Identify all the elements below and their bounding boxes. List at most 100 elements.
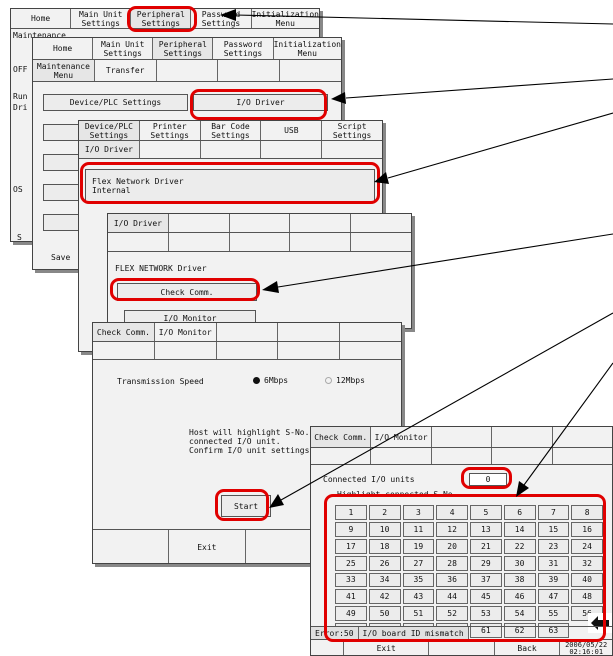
tab-device-plc-settings[interactable]: Device/PLC Settings <box>79 121 140 140</box>
sno-cell: 39 <box>537 572 570 588</box>
tab-empty <box>229 233 291 251</box>
check-comm-sub-bar <box>93 342 401 360</box>
sno-cell: 4 <box>436 505 468 520</box>
sno-cell: 54 <box>503 606 536 622</box>
blank-button[interactable] <box>43 214 83 231</box>
sno-cell: 9 <box>335 521 367 537</box>
check-comm-button[interactable]: Check Comm. <box>117 283 257 301</box>
speed-option-12mbps[interactable]: 12Mbps <box>325 376 365 385</box>
tab-home[interactable]: Home <box>11 9 72 28</box>
tab-empty <box>371 448 432 464</box>
tab-main-unit-settings[interactable]: Main Unit Settings <box>71 9 132 28</box>
tab-empty <box>351 214 411 232</box>
exit-button[interactable]: Exit <box>344 640 430 655</box>
tab-empty <box>552 448 612 464</box>
sno-cell: 22 <box>503 538 536 554</box>
io-driver-button[interactable]: I/O Driver <box>193 94 328 111</box>
tab-empty <box>168 233 230 251</box>
tab-empty <box>340 342 401 359</box>
sno-cell: 13 <box>470 521 502 537</box>
tab-transfer[interactable]: Transfer <box>94 60 157 81</box>
sno-cell: 45 <box>470 589 502 605</box>
tab-io-driver[interactable]: I/O Driver <box>79 141 140 158</box>
speed-option-12mbps-label: 12Mbps <box>336 376 365 385</box>
bottom-empty <box>93 530 170 563</box>
sno-cell: 19 <box>402 538 435 554</box>
sno-cell: 24 <box>571 538 603 554</box>
tab-initialization-menu[interactable]: Initialization Menu <box>251 9 319 28</box>
tab-main-unit-settings[interactable]: Main Unit Settings <box>93 38 154 59</box>
screen-io-monitor-result: Check Comm. I/O Monitor Connected I/O un… <box>310 426 613 656</box>
sno-cell: 16 <box>571 521 603 537</box>
tab-check-comm[interactable]: Check Comm. <box>311 427 372 447</box>
flex-network-driver-button[interactable]: Flex Network Driver Internal <box>85 169 375 203</box>
tab-home[interactable]: Home <box>33 38 94 59</box>
sno-cell: 1 <box>335 505 367 520</box>
tab-usb[interactable]: USB <box>261 121 323 140</box>
tab-script-settings[interactable]: Script Settings <box>322 121 382 140</box>
sno-cell: 47 <box>537 589 570 605</box>
tab-empty <box>552 427 612 447</box>
sno-cell: 42 <box>368 589 401 605</box>
save-button[interactable]: Save <box>51 253 70 262</box>
tab-maintenance-menu[interactable]: Maintenance Menu <box>33 60 95 81</box>
io-driver-tab-bar: I/O Driver <box>108 214 411 233</box>
side-label-s: S <box>17 233 22 242</box>
highlight-message: Host will highlight S-No. of connected I… <box>189 428 324 455</box>
tab-empty <box>229 214 291 232</box>
side-label-off: OFF <box>13 65 28 74</box>
sno-cell: 25 <box>335 555 367 571</box>
back-button[interactable]: Back <box>494 640 561 655</box>
sno-cell: 8 <box>571 505 603 520</box>
side-label-run: Run <box>13 92 28 101</box>
tab-peripheral-settings[interactable]: Peripheral Settings <box>131 9 192 28</box>
tab-password-settings[interactable]: Password Settings <box>191 9 252 28</box>
tab-bar-code-settings[interactable]: Bar Code Settings <box>200 121 262 140</box>
sno-cell: 52 <box>436 606 468 622</box>
sno-cell: 2 <box>368 505 401 520</box>
monitor-tab-bar: Check Comm. I/O Monitor <box>311 427 612 448</box>
tab-empty <box>278 323 341 341</box>
error-bar: Error:50 I/O board ID mismatch <box>311 626 612 639</box>
sno-cell: 7 <box>537 505 570 520</box>
monitor-sub-bar <box>311 448 612 465</box>
blank-button[interactable] <box>43 154 83 171</box>
tab-io-monitor[interactable]: I/O Monitor <box>371 427 432 447</box>
tab-io-monitor[interactable]: I/O Monitor <box>154 323 217 341</box>
sno-cell: 3 <box>402 505 435 520</box>
device-plc-settings-button[interactable]: Device/PLC Settings <box>43 94 188 111</box>
sno-cell: 48 <box>571 589 603 605</box>
sno-cell: 33 <box>335 572 367 588</box>
blank-button[interactable] <box>43 124 83 141</box>
time-display: 02:16:01 <box>569 647 604 656</box>
error-message: I/O board ID mismatch <box>358 627 469 639</box>
radio-selected-icon <box>253 377 260 384</box>
sno-grid: 1 2 3 4 5 6 7 8 9 10 11 12 13 14 15 16 1… <box>335 505 603 638</box>
tab-empty <box>156 60 219 81</box>
screen-io-driver: I/O Driver FLEX NETWORK Driver Check Com… <box>107 213 412 329</box>
sno-cell: 26 <box>368 555 401 571</box>
tab-initialization-menu[interactable]: Initialization Menu <box>273 38 341 59</box>
peripheral-tab-bar: Device/PLC Settings Printer Settings Bar… <box>79 121 382 141</box>
sno-cell: 34 <box>368 572 401 588</box>
tab-printer-settings[interactable]: Printer Settings <box>139 121 201 140</box>
tab-check-comm[interactable]: Check Comm. <box>93 323 155 341</box>
sno-cell: 43 <box>402 589 435 605</box>
speed-option-6mbps[interactable]: 6Mbps <box>253 376 288 385</box>
speed-option-6mbps-label: 6Mbps <box>264 376 289 385</box>
tab-peripheral-settings[interactable]: Peripheral Settings <box>153 38 214 59</box>
exit-button[interactable]: Exit <box>169 530 246 563</box>
tab-empty <box>154 342 217 359</box>
tab-empty <box>431 427 493 447</box>
tab-io-driver[interactable]: I/O Driver <box>108 214 169 232</box>
tab-password-settings[interactable]: Password Settings <box>213 38 274 59</box>
sno-cell: 41 <box>335 589 367 605</box>
radio-unselected-icon <box>325 377 332 384</box>
blank-button[interactable] <box>43 184 83 201</box>
sno-cell: 20 <box>436 538 468 554</box>
highlight-label: Highlight connected S-No. <box>337 490 458 499</box>
side-label-os: OS <box>13 185 23 194</box>
sno-cell: 14 <box>503 521 536 537</box>
start-button[interactable]: Start <box>221 495 271 517</box>
tab-empty <box>290 214 352 232</box>
